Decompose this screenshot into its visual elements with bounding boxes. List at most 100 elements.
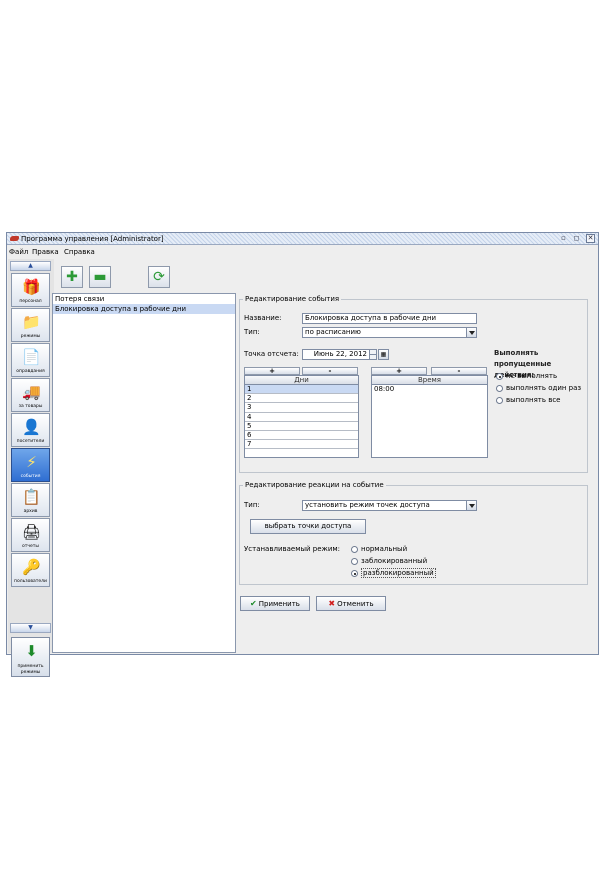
apply-modes-button[interactable]: ⬇ применить режимы <box>11 637 50 677</box>
users-icon: 🔑 <box>22 558 41 576</box>
table-row[interactable]: 1 <box>245 385 358 395</box>
name-input[interactable]: Блокировка доступа в рабочие дни <box>302 313 477 324</box>
mode-option-unlocked[interactable]: разблокированный <box>351 568 436 578</box>
table-row[interactable]: 5 <box>245 422 358 431</box>
nav-item-label: режимы <box>20 334 41 339</box>
calendar-icon: ▦ <box>380 351 387 358</box>
chevron-down-icon[interactable] <box>466 328 476 337</box>
missed-option-none[interactable]: не выполнять <box>496 372 557 381</box>
days-table: Дни 1 2 3 4 5 6 7 <box>244 375 359 458</box>
days-header: Дни <box>245 376 358 385</box>
archive-icon: 📋 <box>22 488 41 506</box>
nav-item-users[interactable]: 🔑 пользователи <box>11 553 50 587</box>
table-row[interactable]: 6 <box>245 431 358 441</box>
type-label: Тип: <box>244 328 260 336</box>
modes-icon: 📁 <box>22 313 41 331</box>
mode-option-normal[interactable]: нормальный <box>351 545 407 554</box>
title-bar[interactable]: Программа управления [Administrator] ▫ ◻… <box>7 233 598 245</box>
nav-item-events[interactable]: ⚡ события <box>11 448 50 482</box>
close-icon[interactable]: ✕ <box>586 234 595 243</box>
cancel-button[interactable]: ✖ Отменить <box>316 596 386 611</box>
reaction-edit-title: Редактирование реакции на событие <box>243 481 386 490</box>
apply-button[interactable]: ✔ Применить <box>240 596 310 611</box>
remove-time-button[interactable]: - <box>431 367 487 375</box>
add-event-button[interactable]: ✚ <box>61 266 83 288</box>
name-label: Название: <box>244 314 282 322</box>
left-nav: ▲ 🎁 персонал 📁 режимы 📄 оправдания 🚚 за … <box>8 259 54 677</box>
nav-item-excuses[interactable]: 📄 оправдания <box>11 343 50 377</box>
menu-file[interactable]: Файл <box>9 248 28 256</box>
nav-item-label: пользователи <box>14 579 47 584</box>
apply-modes-label: применить режимы <box>17 664 44 675</box>
mode-label: Устанавливаемый режим: <box>244 545 341 553</box>
cancel-label: Отменить <box>337 600 374 608</box>
app-window: Программа управления [Administrator] ▫ ◻… <box>6 232 599 677</box>
reaction-edit-group: Редактирование реакции на событие Тип: у… <box>239 481 588 585</box>
visitors-icon: 👤 <box>22 418 41 436</box>
add-time-button[interactable]: + <box>371 367 427 375</box>
add-icon: ✚ <box>66 269 78 285</box>
apply-label: Применить <box>258 600 300 608</box>
time-header: Время <box>372 376 487 385</box>
add-day-button[interactable]: + <box>244 367 300 375</box>
type-select-value: по расписанию <box>305 328 361 336</box>
table-row[interactable]: 08:00 <box>372 385 487 394</box>
start-date-input[interactable]: Июнь 22, 2012 <box>302 349 370 360</box>
nav-item-archive[interactable]: 📋 архив <box>11 483 50 517</box>
event-edit-title: Редактирование события <box>243 295 342 304</box>
select-access-points-button[interactable]: выбрать точки доступа <box>250 519 366 534</box>
reaction-type-value: установить режим точек доступа <box>305 501 430 509</box>
event-list: Потеря связи Блокировка доступа в рабочи… <box>52 293 236 653</box>
table-row[interactable]: 4 <box>245 413 358 422</box>
nav-item-label: архив <box>23 509 38 514</box>
radio-selected-icon <box>496 373 503 380</box>
table-row[interactable]: 3 <box>245 403 358 413</box>
excuses-icon: 📄 <box>22 348 41 366</box>
radio-label: выполнять один раз <box>506 384 582 392</box>
nav-item-visitors[interactable]: 👤 посетители <box>11 413 50 447</box>
mode-option-locked[interactable]: заблокированный <box>351 557 427 566</box>
minimize-icon[interactable]: ▫ <box>559 234 568 243</box>
nav-item-reports[interactable]: 🖨 отчеты <box>11 518 50 552</box>
remove-day-button[interactable]: - <box>302 367 358 375</box>
radio-label: выполнять все <box>506 396 561 404</box>
radio-selected-icon <box>351 570 358 577</box>
nav-item-label: за товары <box>18 404 43 409</box>
time-table: Время 08:00 <box>371 375 488 458</box>
calendar-button[interactable]: ▦ <box>378 349 389 360</box>
maximize-icon[interactable]: ◻ <box>572 234 581 243</box>
checkmark-icon: ✔ <box>250 599 257 608</box>
table-row[interactable]: 2 <box>245 394 358 404</box>
missed-option-all[interactable]: выполнять все <box>496 396 560 405</box>
radio-label: разблокированный <box>361 568 436 578</box>
reaction-type-label: Тип: <box>244 501 260 509</box>
missed-option-once[interactable]: выполнять один раз <box>496 384 581 393</box>
nav-scroll-down-button[interactable]: ▼ <box>10 623 51 633</box>
start-label: Точка отсчета: <box>244 350 299 358</box>
radio-label: нормальный <box>361 545 408 553</box>
nav-scroll-up-button[interactable]: ▲ <box>10 261 51 271</box>
nav-item-goods[interactable]: 🚚 за товары <box>11 378 50 412</box>
nav-item-label: посетители <box>16 439 45 444</box>
menu-help[interactable]: Справка <box>64 248 95 256</box>
table-row[interactable]: 7 <box>245 440 358 450</box>
nav-item-label: события <box>20 474 41 479</box>
cross-icon: ✖ <box>328 599 336 608</box>
delete-event-button[interactable]: ▬ <box>89 266 111 288</box>
nav-item-label: персонал <box>19 299 42 304</box>
reaction-type-select[interactable]: установить режим точек доступа <box>302 500 477 511</box>
chevron-down-icon[interactable] <box>466 501 476 510</box>
delete-icon: ▬ <box>93 269 107 285</box>
menu-edit[interactable]: Правка <box>32 248 59 256</box>
refresh-button[interactable]: ⟳ <box>148 266 170 288</box>
list-item[interactable]: Блокировка доступа в рабочие дни <box>53 304 235 314</box>
radio-label: заблокированный <box>361 557 428 565</box>
goods-icon: 🚚 <box>22 383 41 401</box>
app-logo-icon <box>10 236 19 241</box>
list-item[interactable]: Потеря связи <box>53 294 235 304</box>
nav-item-personnel[interactable]: 🎁 персонал <box>11 273 50 307</box>
nav-item-modes[interactable]: 📁 режимы <box>11 308 50 342</box>
type-select[interactable]: по расписанию <box>302 327 477 338</box>
date-spinner[interactable] <box>369 349 377 360</box>
nav-item-label: оправдания <box>16 369 45 374</box>
